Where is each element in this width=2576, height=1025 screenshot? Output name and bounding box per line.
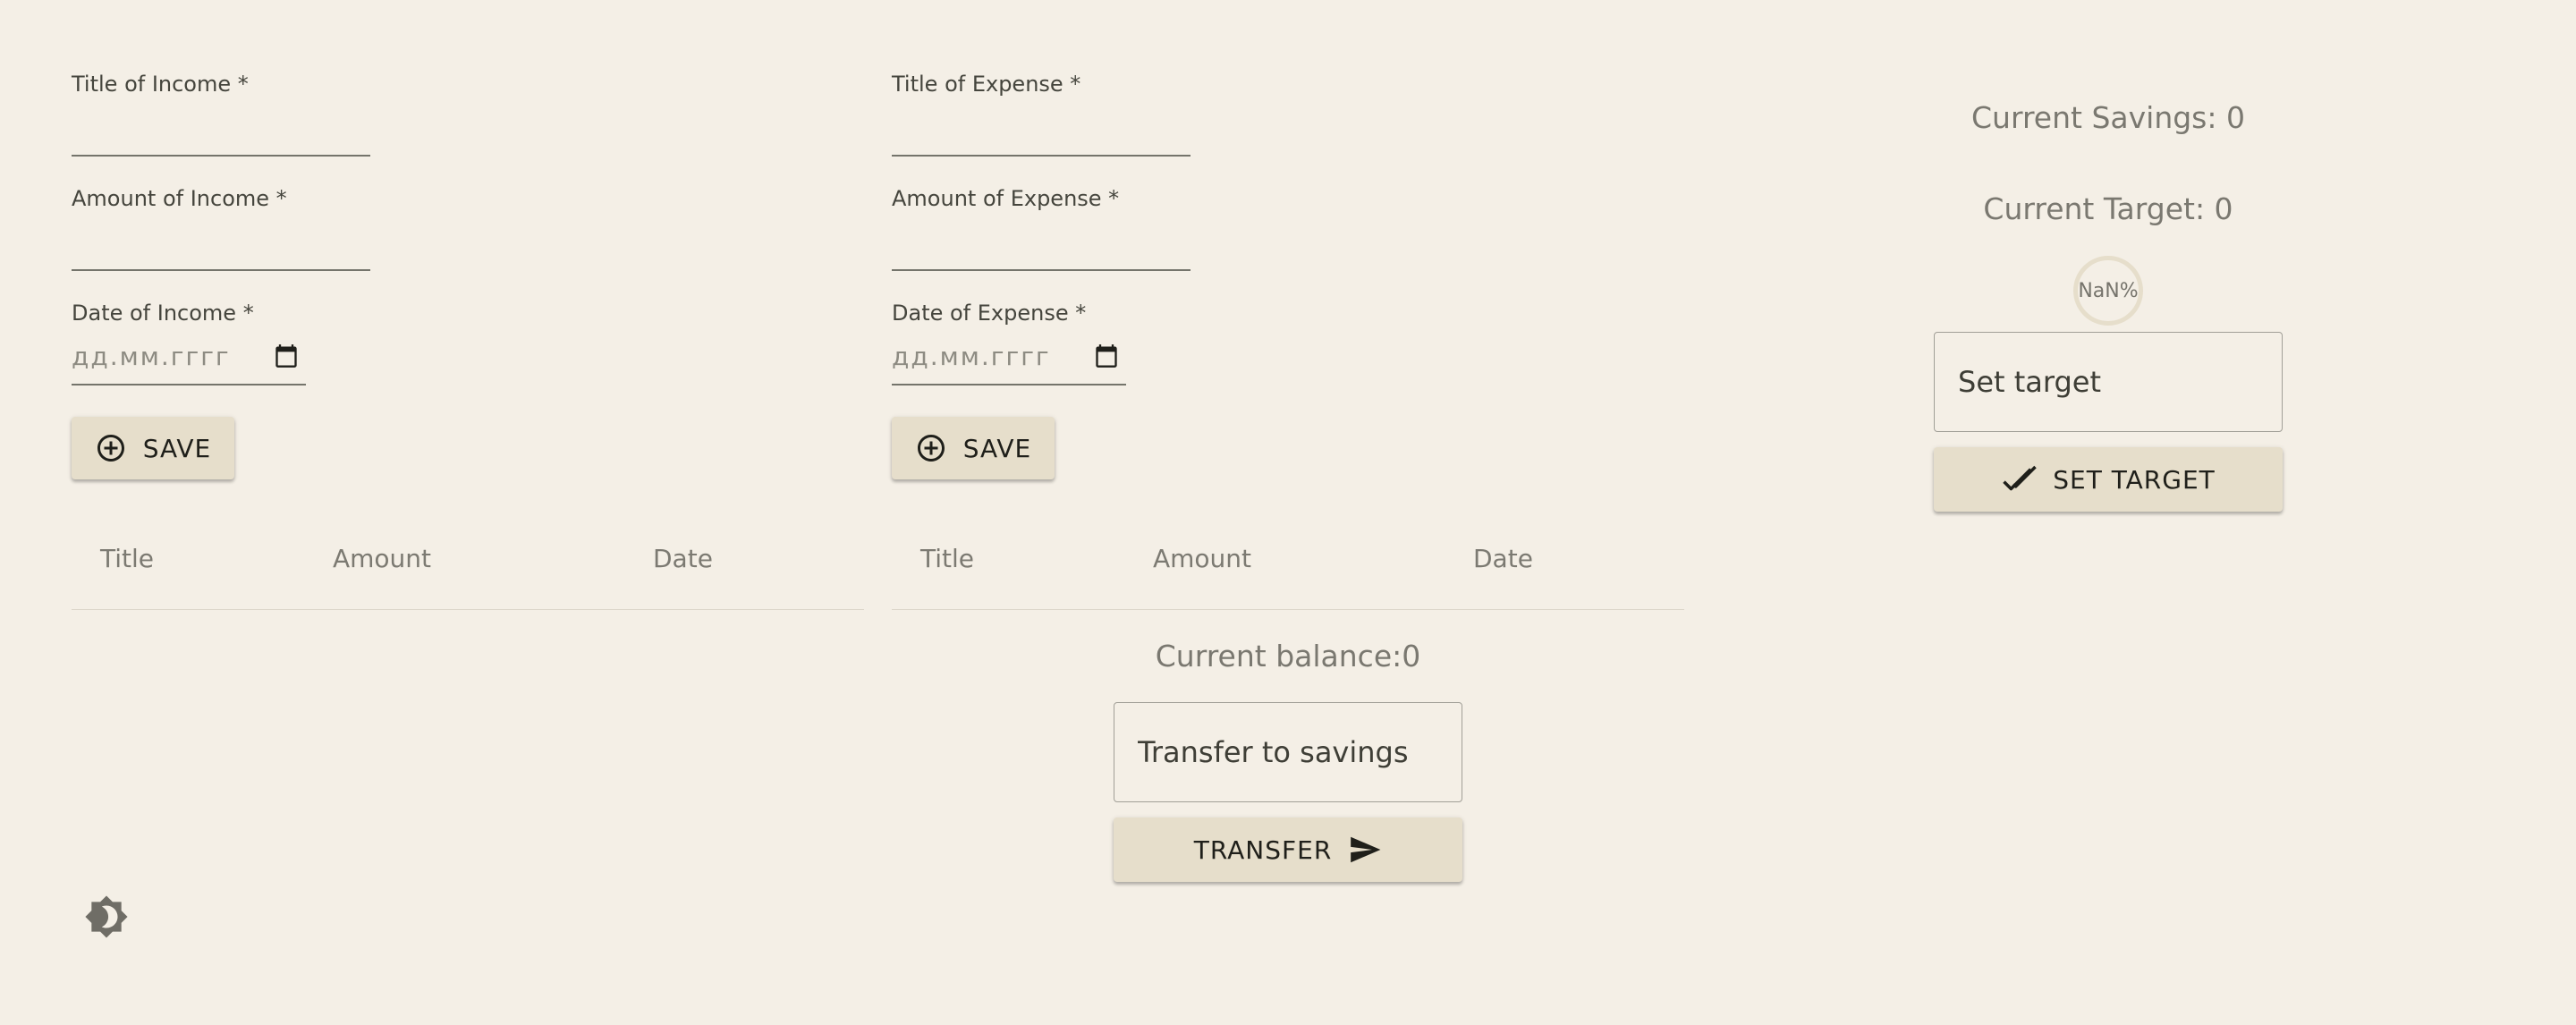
expense-col-title[interactable]: Title: [920, 544, 974, 573]
transfer-label: TRANSFER: [1193, 834, 1333, 865]
set-target-label: SET TARGET: [2053, 464, 2216, 495]
income-col-date[interactable]: Date: [653, 544, 713, 573]
calendar-icon[interactable]: [1094, 343, 1119, 368]
expense-title-field[interactable]: [892, 155, 1191, 157]
transfer-input[interactable]: [1114, 702, 1462, 802]
savings-progress: NaN%: [2073, 256, 2143, 326]
expense-table-divider: [892, 609, 1684, 610]
income-title-label: Title of Income *: [72, 72, 249, 97]
expense-date-input[interactable]: дд.мм.гггг: [892, 342, 1051, 371]
income-date-input[interactable]: дд.мм.гггг: [72, 342, 231, 371]
current-target: Current Target: 0: [1983, 191, 2233, 226]
expense-col-date[interactable]: Date: [1473, 544, 1533, 573]
income-table-divider: [72, 609, 864, 610]
add-circle-icon: [95, 432, 127, 464]
expense-date-underline: [892, 384, 1126, 385]
income-date-label: Date of Income *: [72, 301, 254, 326]
current-savings: Current Savings: 0: [1971, 100, 2245, 135]
send-icon: [1348, 833, 1382, 867]
expense-amount-label: Amount of Expense *: [892, 186, 1120, 211]
expense-save-label: SAVE: [962, 433, 1032, 463]
income-amount-field[interactable]: [72, 269, 370, 271]
expense-save-button[interactable]: SAVE: [892, 417, 1055, 479]
expense-date-label: Date of Expense *: [892, 301, 1087, 326]
expense-title-label: Title of Expense *: [892, 72, 1081, 97]
income-col-title[interactable]: Title: [100, 544, 154, 573]
income-save-button[interactable]: SAVE: [72, 417, 234, 479]
check-icon: [2001, 461, 2038, 498]
set-target-button[interactable]: SET TARGET: [1934, 447, 2283, 512]
brightness-toggle-icon[interactable]: [84, 894, 129, 943]
calendar-icon[interactable]: [274, 343, 299, 368]
income-save-label: SAVE: [142, 433, 212, 463]
expense-col-amount[interactable]: Amount: [1153, 544, 1251, 573]
target-input[interactable]: [1934, 332, 2283, 432]
income-date-underline: [72, 384, 306, 385]
add-circle-icon: [915, 432, 947, 464]
current-balance: Current balance:0: [1155, 639, 1421, 673]
income-title-field[interactable]: [72, 155, 370, 157]
expense-amount-field[interactable]: [892, 269, 1191, 271]
savings-progress-text: NaN%: [2078, 279, 2139, 302]
transfer-button[interactable]: TRANSFER: [1114, 817, 1462, 882]
income-col-amount[interactable]: Amount: [333, 544, 431, 573]
income-amount-label: Amount of Income *: [72, 186, 287, 211]
